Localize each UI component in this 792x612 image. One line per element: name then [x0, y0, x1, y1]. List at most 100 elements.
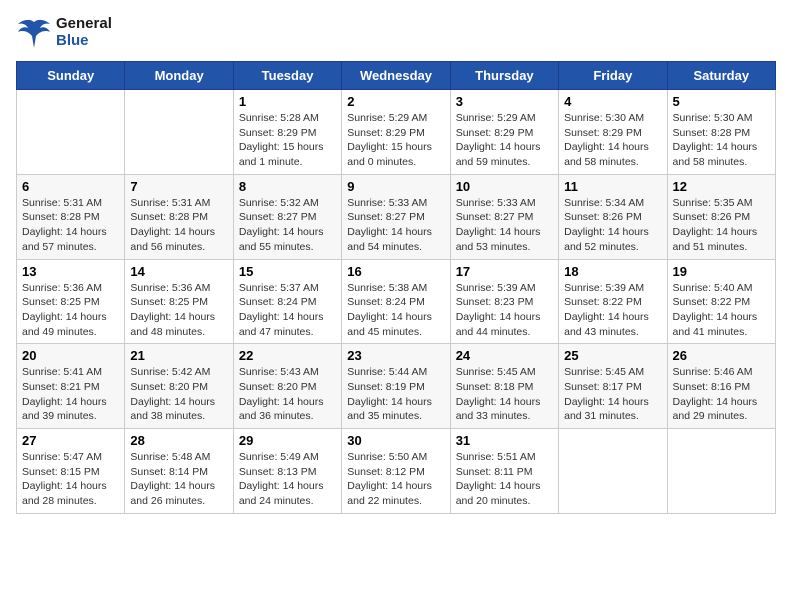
calendar-cell: 24 Sunrise: 5:45 AM Sunset: 8:18 PM Dayli… [450, 344, 558, 429]
day-number: 17 [456, 264, 553, 279]
day-number: 18 [564, 264, 661, 279]
day-detail: Sunrise: 5:31 AM Sunset: 8:28 PM Dayligh… [22, 196, 119, 255]
day-detail: Sunrise: 5:49 AM Sunset: 8:13 PM Dayligh… [239, 450, 336, 509]
calendar-body: 1 Sunrise: 5:28 AM Sunset: 8:29 PM Daylig… [17, 90, 776, 514]
logo-blue-text: Blue [56, 33, 112, 50]
calendar-cell: 27 Sunrise: 5:47 AM Sunset: 8:15 PM Dayli… [17, 429, 125, 514]
day-detail: Sunrise: 5:45 AM Sunset: 8:18 PM Dayligh… [456, 365, 553, 424]
day-detail: Sunrise: 5:42 AM Sunset: 8:20 PM Dayligh… [130, 365, 227, 424]
day-number: 10 [456, 179, 553, 194]
calendar-cell: 8 Sunrise: 5:32 AM Sunset: 8:27 PM Daylig… [233, 174, 341, 259]
day-number: 12 [673, 179, 770, 194]
calendar-cell: 5Sunrise: 5:30 AM Sunset: 8:28 PM Daylig… [667, 90, 775, 175]
day-detail: Sunrise: 5:45 AM Sunset: 8:17 PM Dayligh… [564, 365, 661, 424]
calendar-cell: 30Sunrise: 5:50 AM Sunset: 8:12 PM Dayli… [342, 429, 450, 514]
day-detail: Sunrise: 5:32 AM Sunset: 8:27 PM Dayligh… [239, 196, 336, 255]
day-detail: Sunrise: 5:44 AM Sunset: 8:19 PM Dayligh… [347, 365, 444, 424]
calendar-cell: 11 Sunrise: 5:34 AM Sunset: 8:26 PM Dayli… [559, 174, 667, 259]
calendar-cell: 1 Sunrise: 5:28 AM Sunset: 8:29 PM Daylig… [233, 90, 341, 175]
calendar-cell: 29Sunrise: 5:49 AM Sunset: 8:13 PM Dayli… [233, 429, 341, 514]
calendar-cell: 4 Sunrise: 5:30 AM Sunset: 8:29 PM Daylig… [559, 90, 667, 175]
day-number: 24 [456, 348, 553, 363]
calendar-cell: 31 Sunrise: 5:51 AM Sunset: 8:11 PM Dayli… [450, 429, 558, 514]
calendar-cell [125, 90, 233, 175]
day-detail: Sunrise: 5:43 AM Sunset: 8:20 PM Dayligh… [239, 365, 336, 424]
calendar-cell: 17 Sunrise: 5:39 AM Sunset: 8:23 PM Dayli… [450, 259, 558, 344]
calendar-cell: 20 Sunrise: 5:41 AM Sunset: 8:21 PM Dayli… [17, 344, 125, 429]
day-number: 1 [239, 94, 336, 109]
weekday-header-row: SundayMondayTuesdayWednesdayThursdayFrid… [17, 62, 776, 90]
day-number: 28 [130, 433, 227, 448]
day-number: 25 [564, 348, 661, 363]
day-detail: Sunrise: 5:48 AM Sunset: 8:14 PM Dayligh… [130, 450, 227, 509]
day-detail: Sunrise: 5:37 AM Sunset: 8:24 PM Dayligh… [239, 281, 336, 340]
calendar-week-1: 1 Sunrise: 5:28 AM Sunset: 8:29 PM Daylig… [17, 90, 776, 175]
day-detail: Sunrise: 5:38 AM Sunset: 8:24 PM Dayligh… [347, 281, 444, 340]
calendar-cell: 3 Sunrise: 5:29 AM Sunset: 8:29 PM Daylig… [450, 90, 558, 175]
weekday-monday: Monday [125, 62, 233, 90]
calendar-cell: 2 Sunrise: 5:29 AM Sunset: 8:29 PM Daylig… [342, 90, 450, 175]
day-number: 3 [456, 94, 553, 109]
day-number: 4 [564, 94, 661, 109]
day-number: 5 [673, 94, 770, 109]
calendar-table: SundayMondayTuesdayWednesdayThursdayFrid… [16, 61, 776, 514]
day-number: 16 [347, 264, 444, 279]
day-number: 20 [22, 348, 119, 363]
day-number: 13 [22, 264, 119, 279]
calendar-cell: 18 Sunrise: 5:39 AM Sunset: 8:22 PM Dayli… [559, 259, 667, 344]
calendar-cell: 21 Sunrise: 5:42 AM Sunset: 8:20 PM Dayli… [125, 344, 233, 429]
day-detail: Sunrise: 5:40 AM Sunset: 8:22 PM Dayligh… [673, 281, 770, 340]
day-detail: Sunrise: 5:41 AM Sunset: 8:21 PM Dayligh… [22, 365, 119, 424]
day-detail: Sunrise: 5:39 AM Sunset: 8:22 PM Dayligh… [564, 281, 661, 340]
day-number: 7 [130, 179, 227, 194]
day-detail: Sunrise: 5:36 AM Sunset: 8:25 PM Dayligh… [130, 281, 227, 340]
day-detail: Sunrise: 5:31 AM Sunset: 8:28 PM Dayligh… [130, 196, 227, 255]
calendar-week-4: 20 Sunrise: 5:41 AM Sunset: 8:21 PM Dayli… [17, 344, 776, 429]
calendar-week-3: 13 Sunrise: 5:36 AM Sunset: 8:25 PM Dayli… [17, 259, 776, 344]
day-detail: Sunrise: 5:36 AM Sunset: 8:25 PM Dayligh… [22, 281, 119, 340]
day-detail: Sunrise: 5:28 AM Sunset: 8:29 PM Dayligh… [239, 111, 336, 170]
calendar-cell: 9Sunrise: 5:33 AM Sunset: 8:27 PM Daylig… [342, 174, 450, 259]
day-number: 31 [456, 433, 553, 448]
calendar-week-2: 6 Sunrise: 5:31 AM Sunset: 8:28 PM Daylig… [17, 174, 776, 259]
day-detail: Sunrise: 5:33 AM Sunset: 8:27 PM Dayligh… [347, 196, 444, 255]
day-number: 6 [22, 179, 119, 194]
day-number: 22 [239, 348, 336, 363]
calendar-cell: 14 Sunrise: 5:36 AM Sunset: 8:25 PM Dayli… [125, 259, 233, 344]
day-number: 2 [347, 94, 444, 109]
day-number: 21 [130, 348, 227, 363]
day-number: 30 [347, 433, 444, 448]
day-detail: Sunrise: 5:51 AM Sunset: 8:11 PM Dayligh… [456, 450, 553, 509]
day-number: 14 [130, 264, 227, 279]
weekday-friday: Friday [559, 62, 667, 90]
day-detail: Sunrise: 5:30 AM Sunset: 8:29 PM Dayligh… [564, 111, 661, 170]
logo-general-text: General [56, 16, 112, 33]
day-number: 26 [673, 348, 770, 363]
page-header: General Blue [16, 16, 776, 49]
weekday-thursday: Thursday [450, 62, 558, 90]
calendar-cell: 26Sunrise: 5:46 AM Sunset: 8:16 PM Dayli… [667, 344, 775, 429]
day-detail: Sunrise: 5:47 AM Sunset: 8:15 PM Dayligh… [22, 450, 119, 509]
calendar-header: SundayMondayTuesdayWednesdayThursdayFrid… [17, 62, 776, 90]
calendar-cell: 22 Sunrise: 5:43 AM Sunset: 8:20 PM Dayli… [233, 344, 341, 429]
weekday-sunday: Sunday [17, 62, 125, 90]
calendar-cell: 16 Sunrise: 5:38 AM Sunset: 8:24 PM Dayli… [342, 259, 450, 344]
calendar-cell: 28 Sunrise: 5:48 AM Sunset: 8:14 PM Dayli… [125, 429, 233, 514]
day-detail: Sunrise: 5:29 AM Sunset: 8:29 PM Dayligh… [347, 111, 444, 170]
calendar-cell: 12Sunrise: 5:35 AM Sunset: 8:26 PM Dayli… [667, 174, 775, 259]
day-number: 27 [22, 433, 119, 448]
day-detail: Sunrise: 5:39 AM Sunset: 8:23 PM Dayligh… [456, 281, 553, 340]
calendar-cell: 25 Sunrise: 5:45 AM Sunset: 8:17 PM Dayli… [559, 344, 667, 429]
calendar-cell [17, 90, 125, 175]
day-number: 8 [239, 179, 336, 194]
day-number: 23 [347, 348, 444, 363]
logo-bird-icon [16, 18, 52, 48]
weekday-wednesday: Wednesday [342, 62, 450, 90]
calendar-cell [667, 429, 775, 514]
day-detail: Sunrise: 5:33 AM Sunset: 8:27 PM Dayligh… [456, 196, 553, 255]
day-detail: Sunrise: 5:29 AM Sunset: 8:29 PM Dayligh… [456, 111, 553, 170]
calendar-cell: 23 Sunrise: 5:44 AM Sunset: 8:19 PM Dayli… [342, 344, 450, 429]
calendar-cell: 6 Sunrise: 5:31 AM Sunset: 8:28 PM Daylig… [17, 174, 125, 259]
day-detail: Sunrise: 5:34 AM Sunset: 8:26 PM Dayligh… [564, 196, 661, 255]
day-number: 11 [564, 179, 661, 194]
